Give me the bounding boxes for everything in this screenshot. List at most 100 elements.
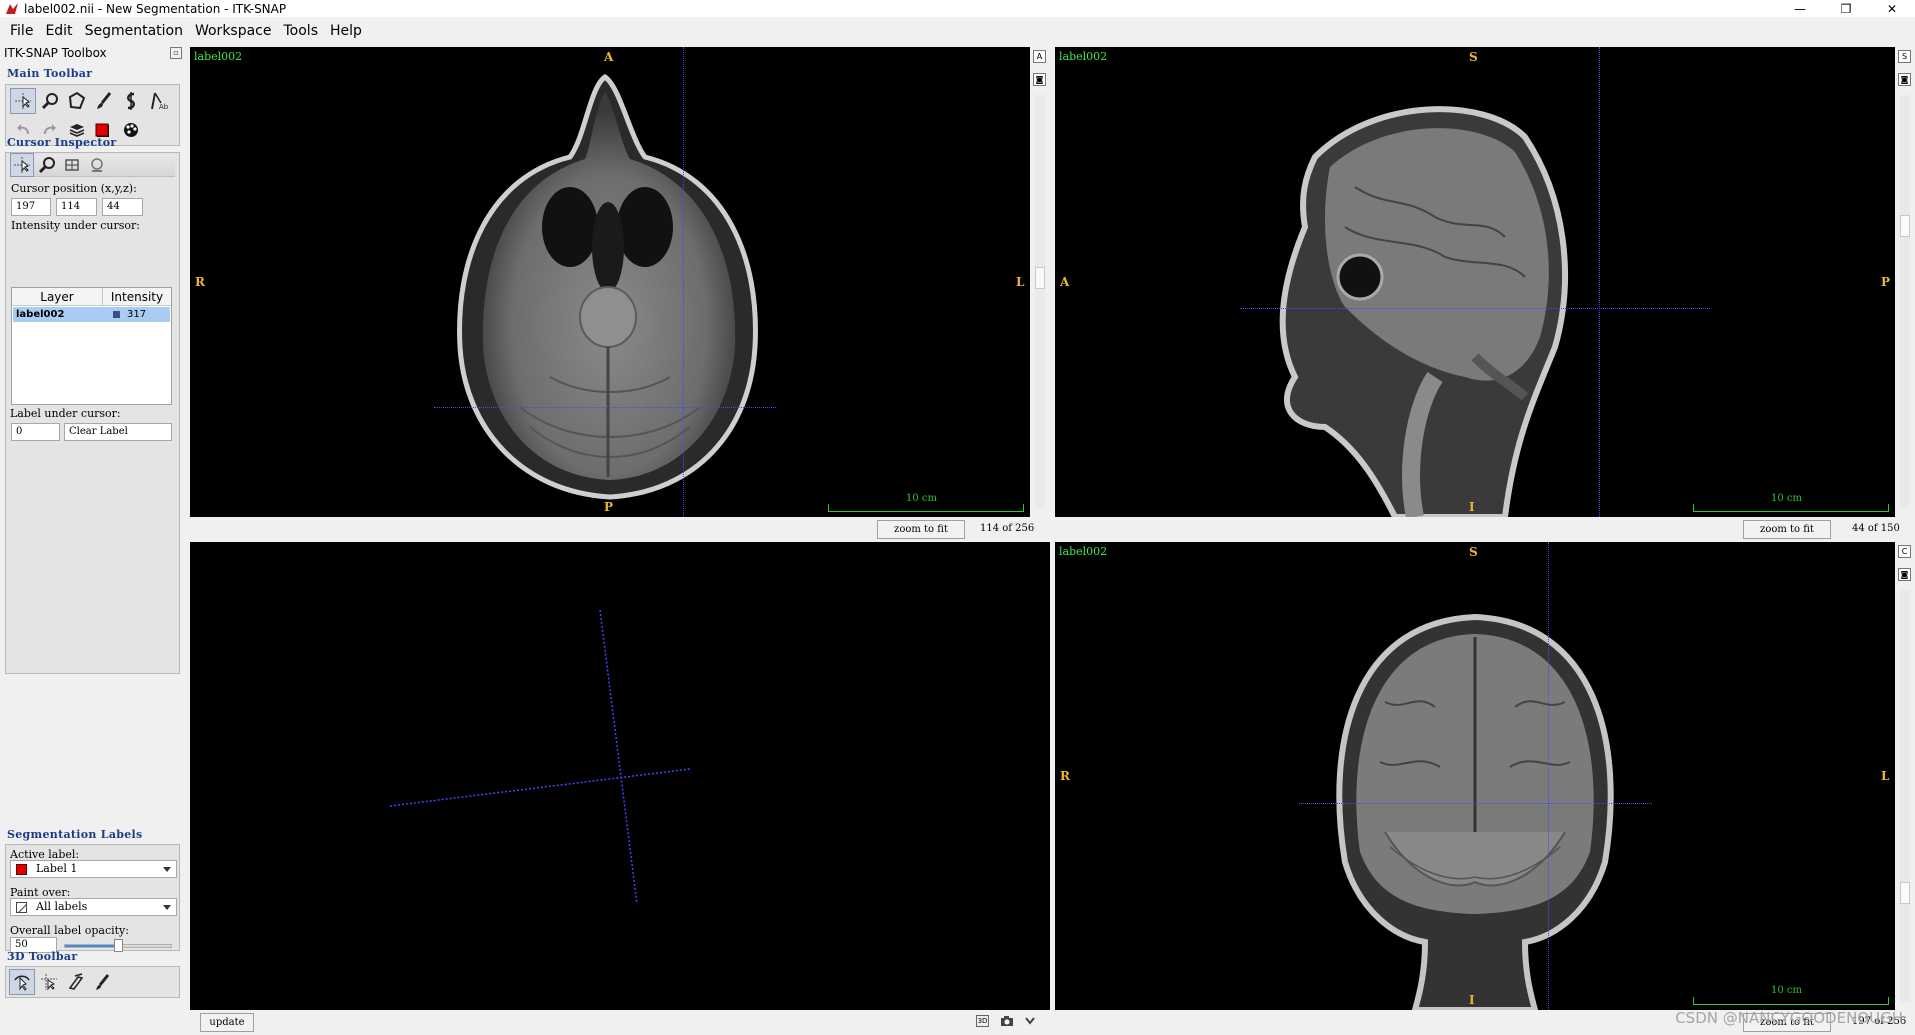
maximize-button[interactable]: ❐ [1823, 0, 1869, 17]
menu-file[interactable]: File [4, 19, 39, 43]
sagittal-side-toolbar: S ◙ [1896, 47, 1914, 517]
window-title: label002.nii - New Segmentation - ITK-SN… [24, 1, 287, 16]
spraypaint-3d-button[interactable] [90, 969, 116, 995]
toolbox-panel: ITK-SNAP Toolbox ▫ Main Toolbar Ab Curso… [0, 44, 186, 1035]
table-row[interactable]: label002 317 [13, 307, 170, 322]
sagittal-layout-icon[interactable]: S [1898, 50, 1911, 63]
magnifier-icon [38, 157, 55, 174]
all-labels-icon [16, 902, 28, 914]
main-toolbar-title: Main Toolbar [7, 67, 93, 80]
sagittal-scroll-thumb[interactable] [1900, 215, 1910, 237]
magnifier-icon [41, 93, 58, 110]
cursor-z-field[interactable]: 44 [102, 198, 143, 216]
inspector-3d-button[interactable] [85, 153, 109, 177]
toolbox-title: ITK-SNAP Toolbox [4, 46, 107, 60]
sagittal-slice-scrollbar[interactable] [1900, 95, 1910, 507]
paint-over-dropdown[interactable]: All labels [10, 898, 177, 916]
threeD-menu-chevron-icon[interactable] [1024, 1016, 1036, 1026]
coronal-view[interactable]: label002 S I R L 10 cm [1055, 542, 1895, 1010]
sagittal-camera-icon[interactable]: ◙ [1898, 73, 1911, 86]
spray-icon [96, 974, 110, 990]
minimize-button[interactable]: — [1777, 0, 1823, 17]
threeD-mode-icon[interactable]: 3D [976, 1015, 989, 1027]
coronal-slice-scrollbar[interactable] [1900, 590, 1910, 1002]
scalpel-icon [68, 973, 84, 990]
intensity-value-cell: 317 [127, 309, 147, 320]
axial-view[interactable]: label002 A P R L 10 cm [190, 47, 1030, 517]
coronal-crosshair-vertical [1548, 542, 1549, 1010]
threeD-update-button[interactable]: update [200, 1013, 254, 1032]
label-id-field[interactable]: 0 [11, 423, 60, 441]
rotate-3d-button[interactable] [9, 969, 35, 995]
threeD-camera-icon[interactable] [1000, 1014, 1014, 1028]
threeD-view[interactable] [190, 542, 1050, 1010]
menu-help[interactable]: Help [324, 19, 368, 43]
coronal-scroll-thumb[interactable] [1900, 882, 1910, 904]
inspector-layout-button[interactable] [60, 153, 84, 177]
menu-segmentation[interactable]: Segmentation [79, 19, 189, 43]
close-button[interactable]: ✕ [1869, 0, 1915, 17]
annotation-tool-button[interactable]: Ab [145, 88, 171, 114]
select-3d-button[interactable] [36, 969, 62, 995]
opacity-slider-thumb[interactable] [114, 939, 123, 952]
scalpel-3d-button[interactable] [63, 969, 89, 995]
toolbar-3d-panel [5, 966, 180, 998]
intensity-label: Intensity under cursor: [11, 219, 140, 232]
axial-orient-bottom: P [604, 500, 614, 514]
label-color-swatch [16, 864, 27, 875]
grid-icon [65, 159, 79, 171]
zoom-tool-button[interactable] [37, 88, 63, 114]
coronal-layer-label: label002 [1059, 545, 1108, 558]
sagittal-crosshair-horizontal [1240, 308, 1710, 309]
axial-camera-icon[interactable]: ◙ [1033, 73, 1046, 86]
axial-scale-label: 10 cm [906, 493, 937, 504]
sagittal-view[interactable]: label002 S I A P 10 cm [1055, 47, 1895, 517]
crosshair-cursor-icon [14, 157, 30, 173]
toolbar-3d-title: 3D Toolbar [7, 950, 78, 963]
layer-column-header[interactable]: Layer [12, 288, 103, 306]
threeD-crosshair-lines [389, 609, 691, 905]
watermark: CSDN @NANCYGOODENOUGH [1675, 1009, 1903, 1027]
paintbrush-icon [97, 92, 112, 109]
polygon-tool-button[interactable] [64, 88, 90, 114]
cursor-y-field[interactable]: 114 [56, 198, 97, 216]
sagittal-scale-label: 10 cm [1771, 493, 1802, 504]
palette-button[interactable] [118, 117, 144, 143]
sagittal-zoom-to-fit-button[interactable]: zoom to fit [1743, 520, 1831, 539]
axial-slice-scrollbar[interactable] [1035, 95, 1045, 507]
coronal-orient-top: S [1469, 545, 1478, 559]
menu-edit[interactable]: Edit [39, 19, 78, 43]
crosshair-tool-button[interactable] [10, 88, 36, 114]
segmentation-labels-title: Segmentation Labels [7, 828, 143, 841]
axial-crosshair-vertical [683, 47, 684, 517]
axial-scroll-thumb[interactable] [1035, 267, 1045, 289]
axial-slice-count: 114 of 256 [980, 523, 1035, 534]
coronal-orient-right: L [1881, 769, 1890, 783]
axial-zoom-to-fit-button[interactable]: zoom to fit [877, 520, 965, 539]
label-under-cursor-label: Label under cursor: [10, 407, 121, 420]
axial-layout-icon[interactable]: A [1033, 50, 1046, 63]
sagittal-slice-count: 44 of 150 [1852, 523, 1900, 534]
label-name-field[interactable]: Clear Label [64, 423, 172, 441]
globe-icon [91, 158, 103, 172]
active-label-dropdown[interactable]: Label 1 [10, 860, 177, 878]
axial-layer-label: label002 [194, 50, 243, 63]
coronal-slice-image [1336, 613, 1614, 1010]
menu-workspace[interactable]: Workspace [189, 19, 278, 43]
coronal-camera-icon[interactable]: ◙ [1898, 568, 1911, 581]
snake-tool-button[interactable] [118, 88, 144, 114]
paintbrush-tool-button[interactable] [91, 88, 117, 114]
inspector-zoom-button[interactable] [35, 153, 59, 177]
float-panel-icon[interactable]: ▫ [170, 47, 182, 59]
segmentation-labels-panel: Active label: Label 1 Paint over: All la… [5, 844, 180, 953]
intensity-color-icon [113, 311, 120, 318]
intensity-column-header[interactable]: Intensity [103, 288, 171, 306]
inspector-crosshair-button[interactable] [10, 153, 34, 177]
cursor-x-field[interactable]: 197 [11, 198, 51, 216]
axial-orient-top: A [604, 50, 614, 64]
coronal-crosshair-horizontal [1299, 803, 1652, 804]
opacity-slider-fill [65, 945, 119, 947]
coronal-layout-icon[interactable]: C [1898, 545, 1911, 558]
axial-side-toolbar: A ◙ [1031, 47, 1049, 517]
menu-tools[interactable]: Tools [278, 19, 325, 43]
